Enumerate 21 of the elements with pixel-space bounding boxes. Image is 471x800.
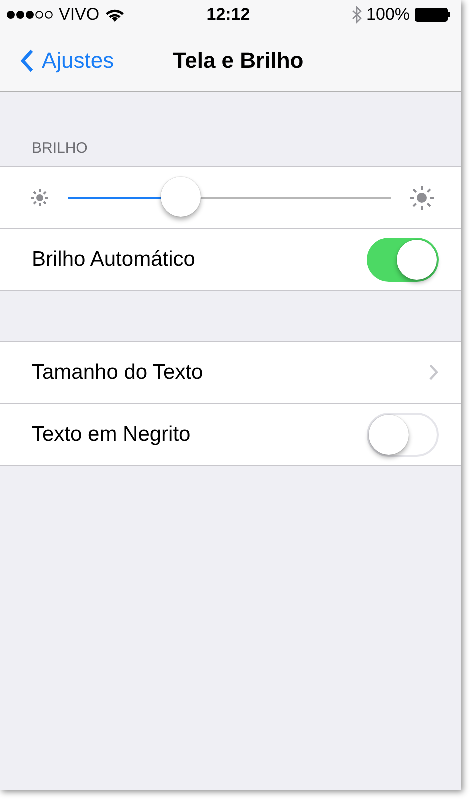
battery-icon [415, 8, 452, 22]
wifi-icon [104, 8, 125, 22]
dim-brightness-icon [30, 188, 50, 208]
chevron-right-icon [429, 364, 439, 381]
setting-label[interactable]: Tamanho do Texto [32, 360, 429, 384]
slider-thumb[interactable] [161, 176, 202, 216]
toggle-switch[interactable] [367, 238, 439, 282]
carrier-name: VIVO [59, 5, 100, 25]
bluetooth-icon [352, 6, 362, 24]
setting-label: Brilho Automático [32, 248, 196, 272]
bright-brightness-icon [409, 184, 435, 210]
screen-title: Tela e Brilho [172, 48, 304, 72]
back-chevron-icon [20, 48, 34, 72]
setting-label: Texto em Negrito [32, 422, 192, 446]
brightness-slider[interactable] [68, 176, 391, 218]
signal-icon [6, 10, 54, 20]
toggle-switch[interactable] [367, 412, 439, 456]
section-header: BRILHO [32, 140, 88, 157]
back-button[interactable]: Ajustes [0, 48, 114, 74]
battery-percent: 100% [366, 5, 410, 25]
status-time: 12:12 [206, 5, 250, 25]
